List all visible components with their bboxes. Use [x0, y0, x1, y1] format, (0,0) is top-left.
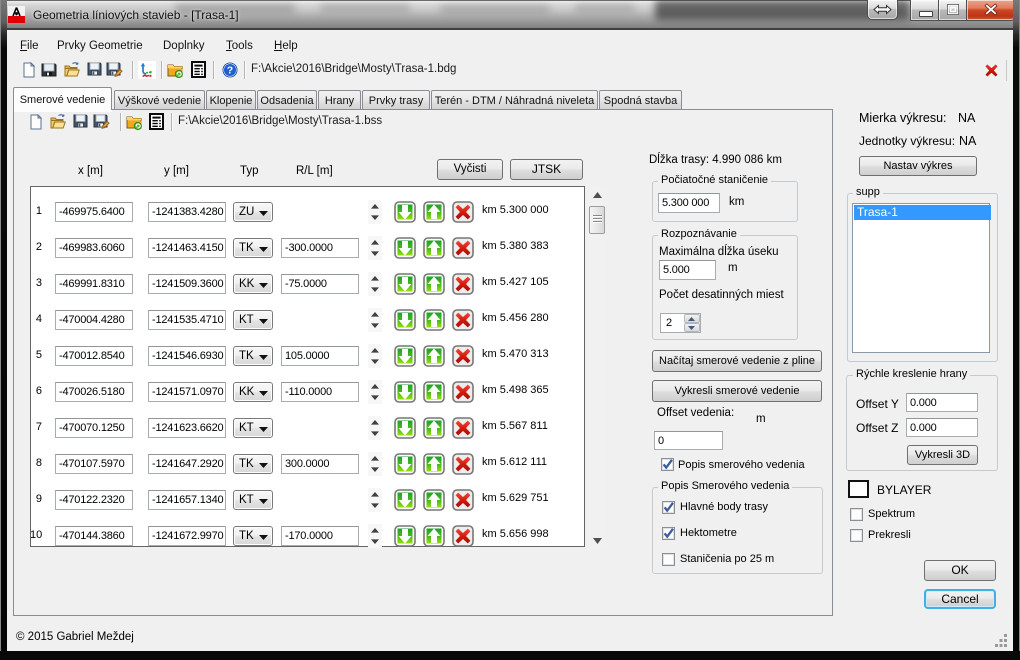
svg-text:?: ?	[227, 65, 233, 77]
